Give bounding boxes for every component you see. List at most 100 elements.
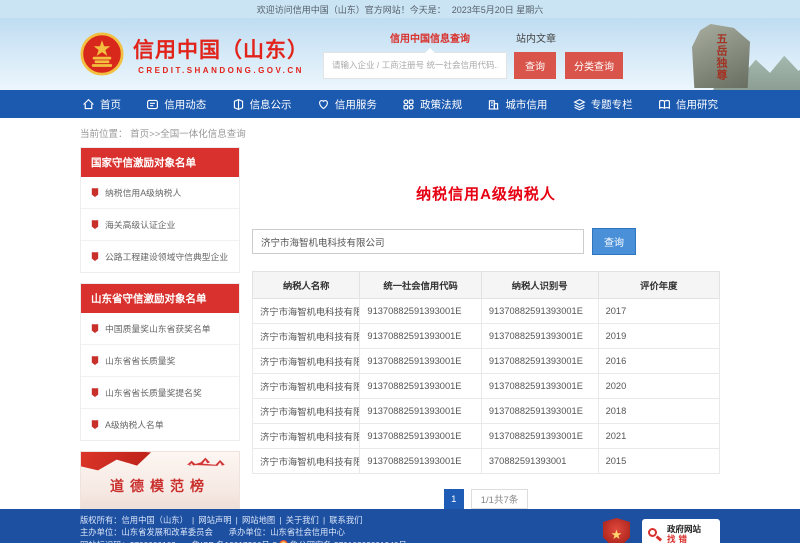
sidebar-item-a-level-taxpayer-list[interactable]: A级纳税人名单 <box>81 409 239 440</box>
table-row: 济宁市海智机电科技有限公司 91370882591393001E 9137088… <box>253 399 720 424</box>
header-search-input[interactable] <box>323 52 507 79</box>
cell-credit-code: 91370882591393001E <box>360 324 481 349</box>
sidebar-item-tax-credit-a[interactable]: 纳税信用A级纳税人 <box>81 177 239 209</box>
col-eval-year: 评价年度 <box>598 272 719 299</box>
national-incentive-section: 国家守信激励对象名单 纳税信用A级纳税人 海关高级认证企业 公路工程建设领域守信… <box>80 147 240 273</box>
sidebar-item-governor-award-nomination[interactable]: 山东省省长质量奖提名奖 <box>81 377 239 409</box>
cell-taxpayer-id: 370882591393001 <box>481 449 598 474</box>
nav-label: 信息公示 <box>250 97 292 112</box>
site-title-block: 信用中国（山东） CREDIT.SHANDONG.GOV.CN <box>133 34 309 75</box>
nav-inner: 首页 信用动态 信息公示 信用服务 政策法规 城市信用 <box>80 90 720 118</box>
classified-query-button[interactable]: 分类查询 <box>565 52 623 79</box>
nav-label: 专题专栏 <box>591 97 633 112</box>
building-icon <box>487 98 500 111</box>
medal-icon <box>91 188 99 198</box>
table-header-row: 纳税人名称 统一社会信用代码 纳税人识别号 评价年度 <box>253 272 720 299</box>
site-logo[interactable]: 信用中国（山东） CREDIT.SHANDONG.GOV.CN <box>80 32 309 76</box>
welcome-bar: 欢迎访问信用中国（山东）官方网站！今天是： 2023年5月20日 星期六 <box>0 0 800 18</box>
site-url: CREDIT.SHANDONG.GOV.CN <box>138 66 304 75</box>
sidebar-item-china-quality-award[interactable]: 中国质量奖山东省获奖名单 <box>81 313 239 345</box>
cell-taxpayer-id: 91370882591393001E <box>481 349 598 374</box>
footer-link-site-statement[interactable]: 网站声明 <box>188 515 232 525</box>
breadcrumb-prefix: 当前位置： <box>80 129 128 140</box>
nav-label: 信用动态 <box>164 97 206 112</box>
cell-eval-year: 2016 <box>598 349 719 374</box>
sidebar-item-label: 中国质量奖山东省获奖名单 <box>105 322 211 335</box>
shield-star-icon: ★ <box>611 525 623 543</box>
current-date: 2023年5月20日 星期六 <box>452 3 544 16</box>
sidebar: 国家守信激励对象名单 纳税信用A级纳税人 海关高级认证企业 公路工程建设领域守信… <box>80 147 240 509</box>
header-inner: 信用中国（山东） CREDIT.SHANDONG.GOV.CN 信用中国信息查询… <box>80 18 720 90</box>
cell-taxpayer-name: 济宁市海智机电科技有限公司 <box>253 374 360 399</box>
medal-icon <box>91 388 99 398</box>
nav-item-credit-news[interactable]: 信用动态 <box>144 90 208 118</box>
footer-link-sitemap[interactable]: 网站地图 <box>232 515 276 525</box>
cell-credit-code: 91370882591393001E <box>360 399 481 424</box>
medal-icon <box>91 356 99 366</box>
cell-eval-year: 2017 <box>598 299 719 324</box>
news-icon <box>146 98 159 111</box>
company-search-input[interactable] <box>252 229 584 254</box>
red-flag-icon <box>80 451 151 477</box>
cell-eval-year: 2021 <box>598 424 719 449</box>
gov-site-find-error-badge[interactable]: 政府网站 找错 <box>642 519 720 543</box>
welcome-text: 欢迎访问信用中国（山东）官方网站！今天是： <box>257 3 446 16</box>
book-icon <box>658 98 671 111</box>
nav-item-credit-services[interactable]: 信用服务 <box>315 90 379 118</box>
sidebar-item-highway-trustworthy[interactable]: 公路工程建设领域守信典型企业 <box>81 241 239 272</box>
medal-icon <box>91 220 99 230</box>
col-taxpayer-id: 纳税人识别号 <box>481 272 598 299</box>
copyright-text: 版权所有：信用中国（山东） <box>80 515 188 525</box>
nav-label: 政策法规 <box>420 97 462 112</box>
page-number-current[interactable]: 1 <box>444 489 464 509</box>
tab-site-articles[interactable]: 站内文章 <box>516 30 556 45</box>
nav-item-special-topics[interactable]: 专题专栏 <box>571 90 635 118</box>
table-row: 济宁市海智机电科技有限公司 91370882591393001E 3708825… <box>253 449 720 474</box>
nav-item-home[interactable]: 首页 <box>80 90 123 118</box>
nav-item-city-credit[interactable]: 城市信用 <box>485 90 549 118</box>
layers-icon <box>573 98 586 111</box>
table-row: 济宁市海智机电科技有限公司 91370882591393001E 9137088… <box>253 374 720 399</box>
cell-taxpayer-id: 91370882591393001E <box>481 324 598 349</box>
home-icon <box>82 98 95 111</box>
page-info: 1/1共7条 <box>471 489 529 509</box>
moral-model-banner[interactable]: 道德模范榜 <box>80 451 240 509</box>
find-error-text: 政府网站 找错 <box>667 525 701 543</box>
cell-credit-code: 91370882591393001E <box>360 299 481 324</box>
medal-icon <box>91 324 99 334</box>
table-row: 济宁市海智机电科技有限公司 91370882591393001E 9137088… <box>253 324 720 349</box>
breadcrumb-path[interactable]: 首页>>全国一体化信息查询 <box>130 129 246 140</box>
footer-link-contact-us[interactable]: 联系我们 <box>319 515 363 525</box>
national-emblem-icon <box>80 32 124 76</box>
header: 信用中国（山东） CREDIT.SHANDONG.GOV.CN 信用中国信息查询… <box>0 18 800 90</box>
search-tabs: 信用中国信息查询 站内文章 <box>323 30 623 45</box>
magnifier-icon <box>648 528 662 542</box>
cell-taxpayer-id: 91370882591393001E <box>481 299 598 324</box>
undertaker-text: 承办单位：山东省社会信用中心 <box>229 527 345 537</box>
footer-badges: ★ 政府网站 找错 <box>603 518 720 543</box>
sidebar-item-label: 公路工程建设领域守信典型企业 <box>105 250 228 263</box>
main-query-button[interactable]: 查询 <box>592 228 636 255</box>
cell-eval-year: 2019 <box>598 324 719 349</box>
main-panel: 纳税信用A级纳税人 查询 纳税人名称 统一社会信用代码 纳税人识别号 评价年度 <box>252 147 720 509</box>
footer-link-about-us[interactable]: 关于我们 <box>275 515 319 525</box>
tab-credit-info-query[interactable]: 信用中国信息查询 <box>390 30 470 45</box>
sidebar-item-label: A级纳税人名单 <box>105 418 164 431</box>
nav-item-credit-research[interactable]: 信用研究 <box>656 90 720 118</box>
breadcrumb: 当前位置： 首页>>全国一体化信息查询 <box>80 118 720 147</box>
sidebar-item-governor-quality-award[interactable]: 山东省省长质量奖 <box>81 345 239 377</box>
nav-item-policies[interactable]: 政策法规 <box>400 90 464 118</box>
main-navbar: 首页 信用动态 信息公示 信用服务 政策法规 城市信用 <box>0 90 800 118</box>
sidebar-item-label: 山东省省长质量奖提名奖 <box>105 386 202 399</box>
heart-icon <box>317 98 330 111</box>
sidebar-item-customs-certified[interactable]: 海关高级认证企业 <box>81 209 239 241</box>
cell-credit-code: 91370882591393001E <box>360 374 481 399</box>
cell-eval-year: 2018 <box>598 399 719 424</box>
col-credit-code: 统一社会信用代码 <box>360 272 481 299</box>
content: 国家守信激励对象名单 纳税信用A级纳税人 海关高级认证企业 公路工程建设领域守信… <box>80 147 720 509</box>
government-shield-badge[interactable]: ★ <box>603 518 630 543</box>
header-query-button[interactable]: 查询 <box>514 52 556 79</box>
cell-credit-code: 91370882591393001E <box>360 349 481 374</box>
cell-taxpayer-name: 济宁市海智机电科技有限公司 <box>253 349 360 374</box>
nav-item-info-disclosure[interactable]: 信息公示 <box>230 90 294 118</box>
